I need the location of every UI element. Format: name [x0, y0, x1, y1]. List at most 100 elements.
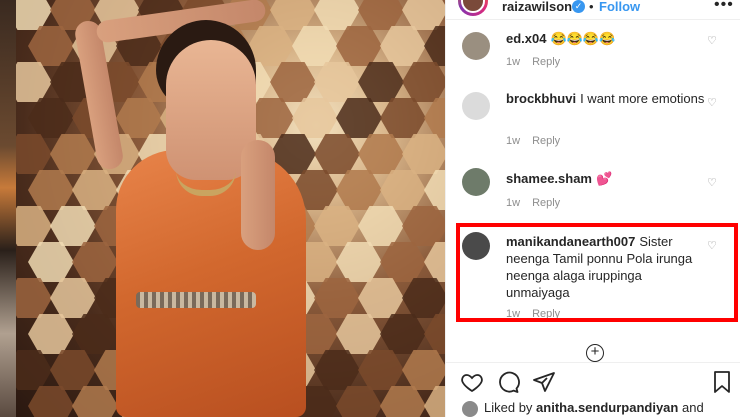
hexagon-tile — [402, 278, 445, 318]
hexagon-tile — [402, 206, 445, 246]
follow-button[interactable]: Follow — [599, 0, 640, 14]
actions-divider — [446, 362, 740, 363]
comment-meta: 1w Reply — [506, 135, 572, 147]
comment-meta: 1w Reply — [506, 197, 572, 209]
heart-icon[interactable]: ♡ — [707, 35, 719, 47]
reply-button[interactable]: Reply — [532, 56, 560, 68]
hexagon-tile — [402, 62, 445, 102]
comment-text-row: ed.x04 😂😂😂😂 — [506, 30, 706, 47]
hexagon-tile — [270, 62, 316, 102]
comment-item: brockbhuvi I want more emotions 1w Reply ♡ — [446, 84, 740, 148]
hexagon-tile — [72, 386, 118, 417]
comment-item-highlighted: manikandanearth007 Sister neenga Tamil po… — [446, 228, 740, 320]
hexagon-tile — [116, 98, 162, 138]
hexagon-tile — [314, 134, 360, 174]
comment-item: shamee.sham 💕 1w Reply ♡ — [446, 162, 740, 214]
commenter-avatar[interactable] — [462, 92, 490, 120]
hexagon-tile — [314, 0, 360, 30]
hexagon-tile — [380, 26, 426, 66]
photo-figure-raised-hand — [241, 140, 275, 250]
comment-age: 1w — [506, 197, 521, 209]
hexagon-tile — [336, 386, 382, 417]
commenter-username[interactable]: ed.x04 — [506, 31, 546, 46]
share-icon[interactable] — [532, 370, 556, 394]
hexagon-tile — [358, 206, 404, 246]
comment-age: 1w — [506, 56, 521, 68]
hexagon-tile — [72, 170, 118, 210]
heart-icon[interactable]: ♡ — [707, 97, 719, 109]
hexagon-tile — [16, 62, 52, 102]
hexagon-tile — [16, 350, 52, 390]
hexagon-tile — [28, 170, 74, 210]
more-options-icon[interactable]: ••• — [714, 0, 734, 14]
hexagon-tile — [358, 0, 404, 30]
hexagon-tile — [380, 242, 426, 282]
commenter-username[interactable]: shamee.sham — [506, 171, 592, 186]
hexagon-tile — [28, 314, 74, 354]
hexagon-tile — [16, 206, 52, 246]
liked-by-user[interactable]: anitha.sendurpandiyan — [536, 400, 678, 415]
add-circle-icon[interactable]: + — [586, 344, 604, 362]
heart-icon[interactable] — [460, 370, 484, 394]
hexagon-tile — [424, 26, 445, 66]
comments-panel: raizawilson ✓ • Follow ••• ed.x04 😂😂😂😂 1w… — [445, 0, 740, 417]
hexagon-tile — [402, 134, 445, 174]
hexagon-tile — [50, 134, 96, 174]
heart-icon[interactable]: ♡ — [707, 240, 719, 252]
liker-avatar[interactable] — [462, 400, 478, 417]
hexagon-tile — [336, 170, 382, 210]
hexagon-tile — [50, 350, 96, 390]
hexagon-tile — [16, 278, 52, 318]
hexagon-tile — [292, 26, 338, 66]
comment-meta: 1w Reply — [506, 56, 572, 68]
hexagon-tile — [424, 98, 445, 138]
heart-icon[interactable]: ♡ — [707, 177, 719, 189]
hexagon-tile — [28, 26, 74, 66]
reply-button[interactable]: Reply — [532, 135, 560, 147]
hexagon-tile — [358, 62, 404, 102]
hexagon-tile — [380, 98, 426, 138]
hexagon-tile — [424, 242, 445, 282]
separator-dot: • — [589, 0, 594, 14]
hexagon-tile — [358, 350, 404, 390]
hexagon-tile — [270, 0, 316, 30]
hexagon-tile — [28, 242, 74, 282]
hexagon-tile — [402, 0, 445, 30]
comment-text-row: manikandanearth007 Sister neenga Tamil po… — [506, 233, 706, 301]
commenter-avatar[interactable] — [462, 32, 490, 60]
comment-meta: 1w Reply — [506, 308, 572, 320]
post-photo[interactable] — [16, 0, 445, 417]
commenter-username[interactable]: brockbhuvi — [506, 91, 576, 106]
hexagon-tile — [424, 386, 445, 417]
hexagon-tile — [358, 278, 404, 318]
bookmark-icon[interactable] — [710, 370, 734, 394]
verified-icon: ✓ — [572, 0, 585, 13]
comment-body: 💕 — [596, 171, 613, 186]
hexagon-tile — [402, 350, 445, 390]
hexagon-tile — [380, 170, 426, 210]
hexagon-tile — [16, 134, 52, 174]
hexagon-tile — [314, 206, 360, 246]
hexagon-tile — [50, 278, 96, 318]
comment-body: 😂😂😂😂 — [550, 31, 616, 46]
author-username[interactable]: raizawilson — [502, 0, 572, 14]
commenter-username[interactable]: manikandanearth007 — [506, 234, 635, 249]
hexagon-tile — [28, 98, 74, 138]
commenter-avatar[interactable] — [462, 168, 490, 196]
comment-body: I want more emotions — [580, 91, 705, 106]
reply-button[interactable]: Reply — [532, 308, 560, 320]
hexagon-tile — [336, 98, 382, 138]
hexagon-tile — [314, 278, 360, 318]
post-header: raizawilson ✓ • Follow ••• — [446, 0, 740, 20]
hexagon-tile — [72, 314, 118, 354]
hexagon-tile — [380, 386, 426, 417]
commenter-avatar[interactable] — [462, 232, 490, 260]
comment-icon[interactable] — [496, 370, 520, 394]
reply-button[interactable]: Reply — [532, 197, 560, 209]
post-actions — [446, 370, 740, 394]
comment-text-row: brockbhuvi I want more emotions — [506, 90, 706, 107]
hexagon-tile — [380, 314, 426, 354]
comment-age: 1w — [506, 135, 521, 147]
previous-post-strip[interactable] — [0, 0, 16, 417]
author-avatar[interactable] — [458, 0, 488, 16]
